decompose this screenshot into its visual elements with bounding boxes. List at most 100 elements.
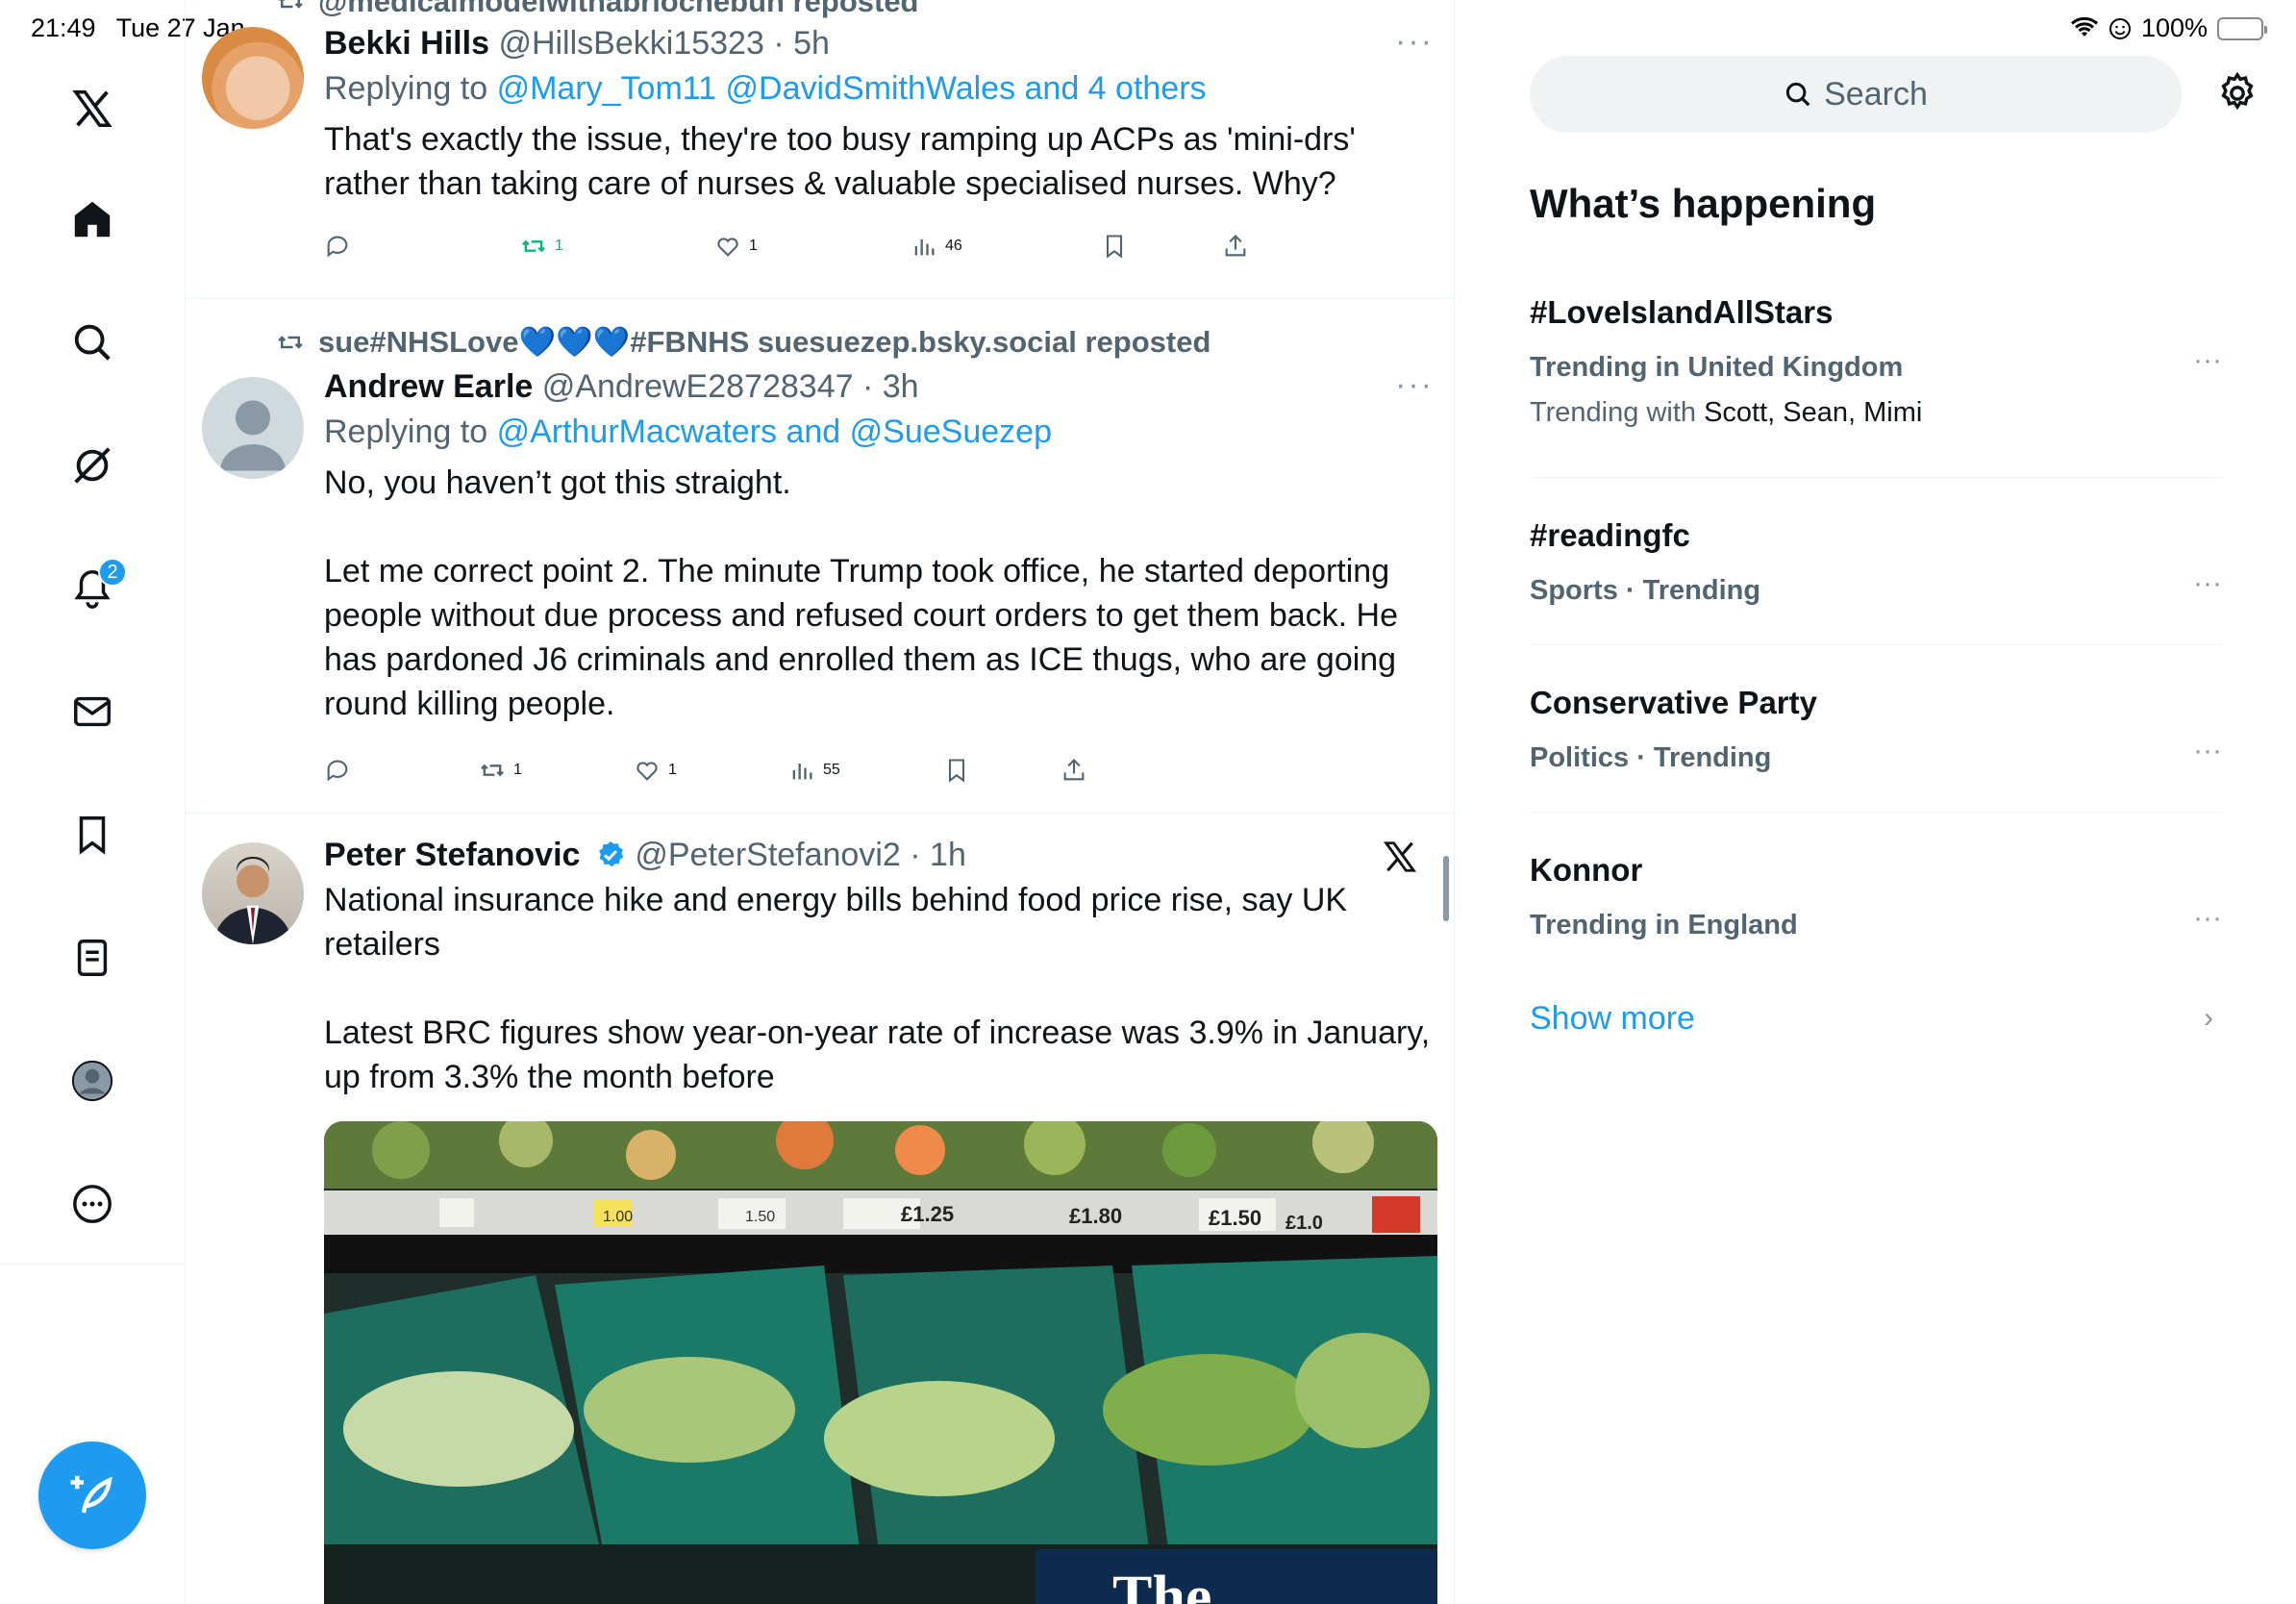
reply-button[interactable] bbox=[324, 757, 351, 784]
trend-item[interactable]: Konnor Trending in England ··· bbox=[1530, 852, 2222, 941]
compose-post-button[interactable] bbox=[38, 1441, 146, 1549]
trend-item[interactable]: Conservative Party Politics · Trending ·… bbox=[1530, 685, 2222, 774]
post-actions: 1 1 55 bbox=[186, 757, 1454, 795]
home-icon[interactable] bbox=[63, 190, 121, 248]
replying-prefix: Replying to bbox=[324, 70, 488, 107]
search-icon[interactable] bbox=[63, 313, 121, 371]
bookmark-icon bbox=[1106, 235, 1123, 259]
repost-button[interactable]: 1 bbox=[520, 233, 563, 260]
replying-mentions[interactable]: @ArthurMacwaters and @SueSuezep bbox=[497, 414, 1052, 450]
trend-name: #LoveIslandAllStars bbox=[1530, 294, 1834, 330]
like-count: 1 bbox=[749, 238, 758, 254]
trend-item[interactable]: #readingfc Sports · Trending ··· bbox=[1530, 517, 2222, 607]
repost-icon bbox=[278, 335, 303, 349]
price-tag-3: £1.25 bbox=[901, 1202, 954, 1226]
replying-mentions[interactable]: @Mary_Tom11 @DavidSmithWales and 4 other… bbox=[497, 70, 1207, 107]
notifications-bell-icon[interactable]: 2 bbox=[63, 558, 127, 617]
post-image[interactable]: £1.0 1.00 1.50 £1.25 £1.80 £1.50 The bbox=[324, 1121, 1437, 1604]
grok-icon[interactable] bbox=[63, 437, 121, 494]
author-name[interactable]: Bekki Hills bbox=[324, 25, 489, 62]
repost-context: sue#NHSLove💙💙💙#FBNHS suesuezep.bsky.soci… bbox=[276, 324, 1210, 360]
author-name[interactable]: Peter Stefanovic bbox=[324, 837, 580, 873]
author-name[interactable]: Andrew Earle bbox=[324, 368, 533, 405]
supermarket-shelf-image: £1.0 1.00 1.50 £1.25 £1.80 £1.50 The bbox=[324, 1121, 1437, 1604]
repost-button[interactable]: 1 bbox=[479, 757, 522, 784]
default-avatar-icon bbox=[220, 400, 286, 471]
avatar[interactable] bbox=[202, 377, 304, 479]
post-andrew-earle[interactable]: sue#NHSLove💙💙💙#FBNHS suesuezep.bsky.soci… bbox=[186, 299, 1454, 814]
show-more-link[interactable]: Show more bbox=[1530, 1000, 1695, 1038]
avatar[interactable] bbox=[202, 27, 304, 129]
repost-count: 1 bbox=[513, 762, 522, 778]
chevron-right-icon[interactable]: › bbox=[2204, 1002, 2213, 1035]
repost-count: 1 bbox=[555, 238, 563, 254]
avatar[interactable] bbox=[202, 842, 304, 944]
share-icon bbox=[1225, 235, 1246, 257]
post-more-button[interactable]: ··· bbox=[1395, 23, 1434, 61]
post-time[interactable]: · 5h bbox=[773, 25, 830, 62]
bookmark-button[interactable] bbox=[943, 757, 970, 784]
share-button[interactable] bbox=[1222, 233, 1249, 260]
post-header: Bekki Hills @HillsBekki15323 · 5h bbox=[324, 25, 1435, 63]
price-tag-6: £1.0 bbox=[1285, 1213, 1323, 1234]
settings-gear-icon[interactable] bbox=[2215, 71, 2259, 115]
post-header: Peter Stefanovic @PeterStefanovi2 · 1h bbox=[324, 837, 1435, 874]
repost-context-text: sue#NHSLove💙💙💙#FBNHS suesuezep.bsky.soci… bbox=[318, 325, 1211, 359]
trend-more-button[interactable]: ··· bbox=[2193, 567, 2222, 600]
more-options-icon[interactable] bbox=[63, 1175, 121, 1233]
x-logo-icon[interactable] bbox=[1382, 839, 1418, 875]
trend-meta: Trending in England bbox=[1530, 910, 1798, 940]
views-button[interactable]: 55 bbox=[788, 757, 840, 784]
timeline[interactable]: @medicalmodelwithabriochebun reposted Be… bbox=[186, 0, 1455, 1604]
trend-more-button[interactable]: ··· bbox=[2193, 735, 2222, 767]
trend-more-button[interactable]: ··· bbox=[2193, 902, 2222, 935]
trend-name: Konnor bbox=[1530, 852, 1643, 888]
price-tag-5: £1.50 bbox=[1209, 1206, 1261, 1230]
views-button[interactable]: 46 bbox=[911, 233, 962, 260]
bookmarks-icon[interactable] bbox=[63, 806, 121, 864]
trend-meta: Trending in United Kingdom bbox=[1530, 352, 1904, 383]
trend-meta: Politics · Trending bbox=[1530, 742, 1772, 773]
trend-more-button[interactable]: ··· bbox=[2193, 344, 2222, 377]
right-sidebar: Search What’s happening #LoveIslandAllSt… bbox=[1456, 0, 2296, 1604]
trend-divider bbox=[1530, 812, 2222, 813]
post-body: Bekki Hills @HillsBekki15323 · 5h Replyi… bbox=[324, 25, 1435, 206]
trend-name: Conservative Party bbox=[1530, 685, 1817, 720]
author-photo-icon bbox=[213, 856, 292, 944]
author-handle[interactable]: @PeterStefanovi2 bbox=[635, 837, 900, 873]
post-body: Peter Stefanovic @PeterStefanovi2 · 1h N… bbox=[324, 837, 1435, 1099]
share-button[interactable] bbox=[1061, 757, 1087, 784]
heart-icon bbox=[717, 238, 738, 257]
price-tag-1: 1.00 bbox=[603, 1209, 633, 1225]
replying-prefix: Replying to bbox=[324, 414, 488, 450]
post-bekki-hills[interactable]: @medicalmodelwithabriochebun reposted Be… bbox=[186, 0, 1454, 299]
trend-item[interactable]: #LoveIslandAllStars Trending in United K… bbox=[1530, 294, 2222, 429]
author-handle[interactable]: @AndrewE28728347 bbox=[542, 368, 854, 405]
media-caption: The bbox=[1112, 1565, 1211, 1604]
post-text: National insurance hike and energy bills… bbox=[324, 882, 1431, 1095]
lists-icon[interactable] bbox=[63, 929, 121, 987]
messages-envelope-icon[interactable] bbox=[63, 683, 121, 740]
bookmark-button[interactable] bbox=[1101, 233, 1128, 260]
post-time[interactable]: · 1h bbox=[910, 837, 966, 873]
post-time[interactable]: · 3h bbox=[862, 368, 919, 405]
search-icon bbox=[1786, 82, 1810, 107]
x-logo-icon[interactable] bbox=[63, 80, 121, 138]
reply-button[interactable] bbox=[324, 233, 351, 260]
nav-divider bbox=[0, 1264, 186, 1265]
repost-icon bbox=[522, 239, 545, 253]
timeline-scrollbar[interactable] bbox=[1443, 856, 1449, 921]
replying-to: Replying to @ArthurMacwaters and @SueSue… bbox=[324, 414, 1435, 451]
share-icon bbox=[1063, 759, 1085, 781]
search-input[interactable]: Search bbox=[1530, 56, 2182, 133]
profile-avatar-icon[interactable] bbox=[63, 1052, 121, 1110]
post-more-button[interactable]: ··· bbox=[1395, 366, 1434, 404]
author-handle[interactable]: @HillsBekki15323 bbox=[498, 25, 763, 62]
trend-with-names: Scott, Sean, Mimi bbox=[1704, 397, 1923, 428]
like-button[interactable]: 1 bbox=[634, 757, 677, 784]
reply-icon bbox=[327, 236, 348, 258]
like-button[interactable]: 1 bbox=[714, 233, 758, 260]
verified-badge-icon bbox=[599, 841, 624, 867]
post-text: That's exactly the issue, they're too bu… bbox=[324, 121, 1365, 202]
view-count: 46 bbox=[945, 238, 962, 254]
